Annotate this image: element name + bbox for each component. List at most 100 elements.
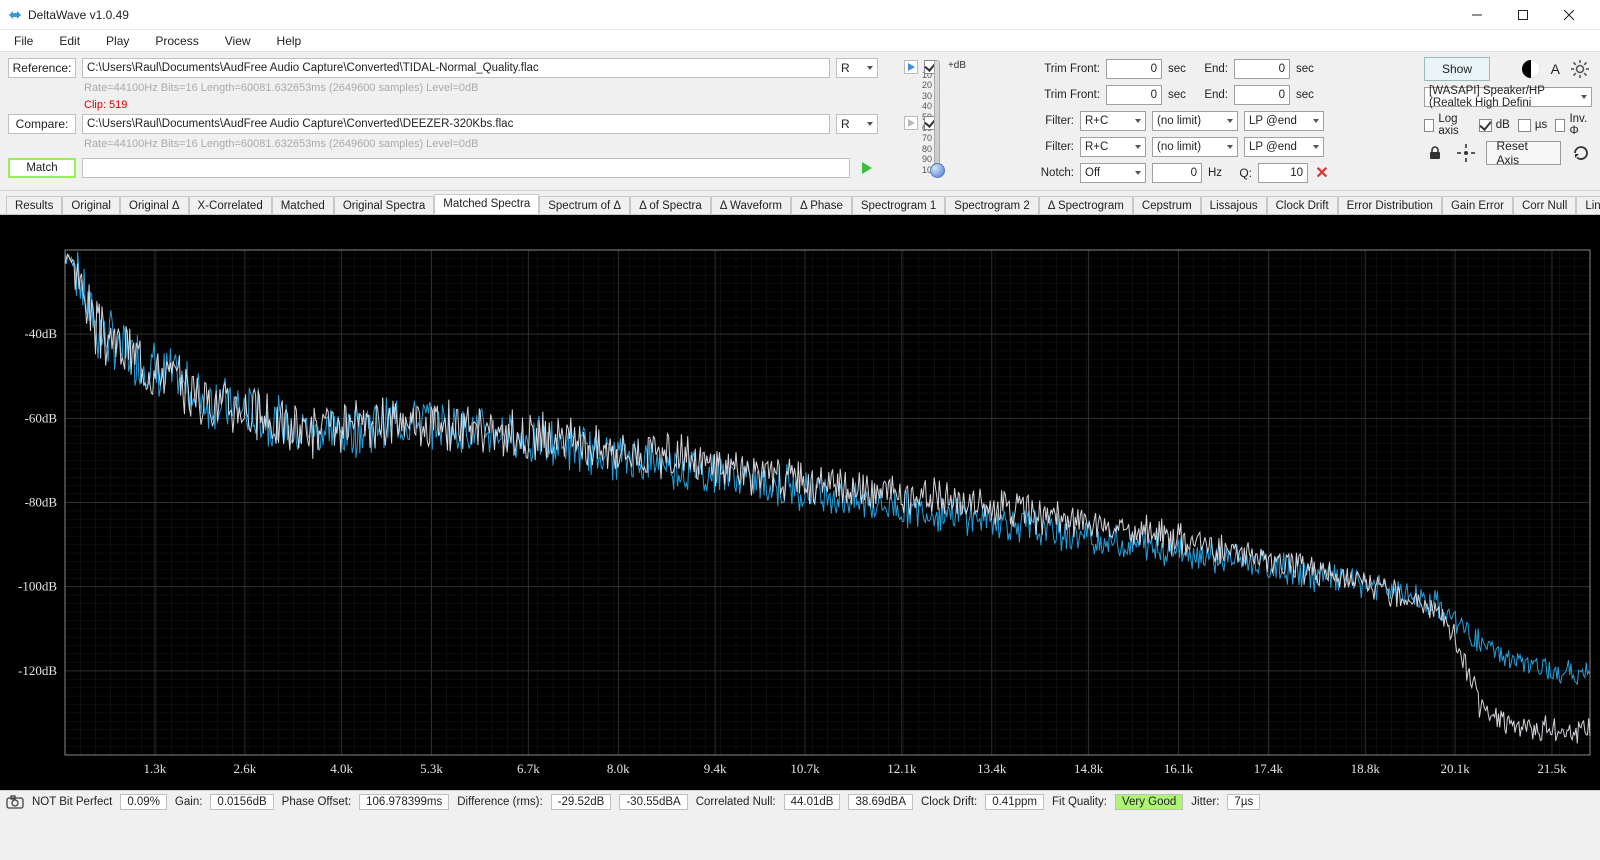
tab-matched-spectra[interactable]: Matched Spectra bbox=[434, 194, 539, 214]
match-play-button[interactable] bbox=[856, 158, 878, 178]
chart-area[interactable]: Aligned Spectrum 1.3k2.6k4.0k5.3k6.7k8.0… bbox=[0, 215, 1600, 790]
notch-label: Notch: bbox=[1040, 167, 1074, 179]
db-slider-track[interactable] bbox=[934, 60, 940, 175]
filter-2-limit-select[interactable]: (no limit) bbox=[1152, 137, 1238, 157]
reset-axis-button[interactable]: Reset Axis bbox=[1486, 141, 1562, 165]
compare-channel-select[interactable]: R bbox=[836, 114, 878, 134]
output-device-select[interactable]: [WASAPI] Speaker/HP (Realtek High Defini bbox=[1424, 87, 1592, 107]
tab-matched[interactable]: Matched bbox=[272, 196, 334, 215]
menu-edit[interactable]: Edit bbox=[55, 32, 84, 50]
notch-freq-input[interactable]: 0 bbox=[1152, 163, 1202, 183]
gear-icon[interactable] bbox=[1568, 57, 1592, 81]
log-axis-checkbox[interactable] bbox=[1424, 119, 1434, 132]
svg-text:21.5k: 21.5k bbox=[1537, 761, 1567, 776]
notch-q-input[interactable]: 10 bbox=[1258, 163, 1308, 183]
svg-text:4.0k: 4.0k bbox=[330, 761, 353, 776]
app-icon bbox=[8, 8, 22, 22]
svg-text:16.1k: 16.1k bbox=[1164, 761, 1194, 776]
filter-1-limit-select[interactable]: (no limit) bbox=[1152, 111, 1238, 131]
menu-view[interactable]: View bbox=[221, 32, 255, 50]
lock-icon[interactable] bbox=[1424, 141, 1447, 165]
tab-spectrum-of-[interactable]: Spectrum of Δ bbox=[539, 196, 630, 215]
match-button[interactable]: Match bbox=[8, 158, 76, 178]
refresh-icon[interactable] bbox=[1569, 141, 1592, 165]
algorithm-label: A bbox=[1551, 61, 1560, 77]
menu-help[interactable]: Help bbox=[273, 32, 306, 50]
trim-end-1-input[interactable]: 0 bbox=[1234, 59, 1290, 79]
match-status-field[interactable] bbox=[82, 158, 850, 178]
phase-value: 106.978399ms bbox=[359, 794, 449, 810]
diff-label: Difference (rms): bbox=[457, 796, 542, 808]
fit-value: Very Good bbox=[1115, 794, 1183, 810]
contrast-icon[interactable] bbox=[1519, 57, 1543, 81]
tab--spectrogram[interactable]: Δ Spectrogram bbox=[1039, 196, 1133, 215]
show-button[interactable]: Show bbox=[1424, 57, 1490, 81]
tab-linearity[interactable]: Linearity bbox=[1576, 196, 1600, 215]
window-minimize-button[interactable] bbox=[1454, 0, 1500, 30]
filter-1-select[interactable]: R+C bbox=[1080, 111, 1146, 131]
tab-original-spectra[interactable]: Original Spectra bbox=[334, 196, 434, 215]
cnull-value-1: 44.01dB bbox=[784, 794, 841, 810]
tab-x-correlated[interactable]: X-Correlated bbox=[189, 196, 272, 215]
tab-clock-drift[interactable]: Clock Drift bbox=[1267, 196, 1338, 215]
svg-text:14.8k: 14.8k bbox=[1074, 761, 1104, 776]
tab-original[interactable]: Original bbox=[62, 196, 120, 215]
diff-value-1: -29.52dB bbox=[551, 794, 612, 810]
controls-panel: Reference: C:\Users\Raul\Documents\AudFr… bbox=[0, 52, 1600, 191]
spectrum-plot[interactable]: 1.3k2.6k4.0k5.3k6.7k8.0k9.4k10.7k12.1k13… bbox=[0, 215, 1600, 790]
tab-results[interactable]: Results bbox=[6, 196, 62, 215]
camera-icon[interactable] bbox=[6, 793, 24, 811]
clock-label: Clock Drift: bbox=[921, 796, 977, 808]
reference-path-input[interactable]: C:\Users\Raul\Documents\AudFree Audio Ca… bbox=[82, 58, 830, 78]
tab-spectrogram-2[interactable]: Spectrogram 2 bbox=[945, 196, 1038, 215]
trim-front-2-input[interactable]: 0 bbox=[1106, 85, 1162, 105]
inv-phase-checkbox[interactable] bbox=[1555, 119, 1565, 132]
svg-text:-40dB: -40dB bbox=[25, 326, 58, 341]
filter-2-select[interactable]: R+C bbox=[1080, 137, 1146, 157]
reference-channel-select[interactable]: R bbox=[836, 58, 878, 78]
db-slider-handle[interactable] bbox=[930, 163, 945, 178]
menu-file[interactable]: File bbox=[10, 32, 37, 50]
target-icon[interactable] bbox=[1455, 141, 1478, 165]
compare-path-input[interactable]: C:\Users\Raul\Documents\AudFree Audio Ca… bbox=[82, 114, 830, 134]
filter-2-label: Filter: bbox=[1040, 141, 1074, 153]
fit-label: Fit Quality: bbox=[1052, 796, 1107, 808]
tab-error-distribution[interactable]: Error Distribution bbox=[1338, 196, 1442, 215]
tab--of-spectra[interactable]: Δ of Spectra bbox=[630, 196, 711, 215]
reference-play-button[interactable] bbox=[904, 60, 918, 74]
tab--waveform[interactable]: Δ Waveform bbox=[711, 196, 791, 215]
notch-clear-button[interactable]: ✕ bbox=[1314, 165, 1330, 181]
db-slider[interactable]: 010203040506070809010 +dB bbox=[884, 58, 1004, 184]
trim-front-1-label: Trim Front: bbox=[1040, 63, 1100, 75]
trim-end-2-input[interactable]: 0 bbox=[1234, 85, 1290, 105]
compare-play-button[interactable] bbox=[904, 116, 918, 130]
phase-label: Phase Offset: bbox=[282, 796, 351, 808]
svg-text:-120dB: -120dB bbox=[18, 663, 57, 678]
menu-play[interactable]: Play bbox=[102, 32, 133, 50]
trim-front-1-input[interactable]: 0 bbox=[1106, 59, 1162, 79]
tab-bar: ResultsOriginalOriginal ΔX-CorrelatedMat… bbox=[0, 191, 1600, 215]
menu-process[interactable]: Process bbox=[151, 32, 202, 50]
window-close-button[interactable] bbox=[1546, 0, 1592, 30]
db-checkbox[interactable] bbox=[1479, 119, 1492, 132]
filter-1-lp-select[interactable]: LP @end bbox=[1244, 111, 1324, 131]
tab-corr-null[interactable]: Corr Null bbox=[1513, 196, 1576, 215]
filter-1-label: Filter: bbox=[1040, 115, 1074, 127]
svg-text:17.4k: 17.4k bbox=[1254, 761, 1284, 776]
tab-spectrogram-1[interactable]: Spectrogram 1 bbox=[852, 196, 945, 215]
tab--phase[interactable]: Δ Phase bbox=[791, 196, 852, 215]
filter-2-lp-select[interactable]: LP @end bbox=[1244, 137, 1324, 157]
svg-text:-60dB: -60dB bbox=[25, 410, 58, 425]
tab-gain-error[interactable]: Gain Error bbox=[1442, 196, 1513, 215]
window-maximize-button[interactable] bbox=[1500, 0, 1546, 30]
status-bar: NOT Bit Perfect 0.09% Gain: 0.0156dB Pha… bbox=[0, 790, 1600, 812]
tab-cepstrum[interactable]: Cepstrum bbox=[1133, 196, 1201, 215]
svg-text:18.8k: 18.8k bbox=[1351, 761, 1381, 776]
us-checkbox[interactable] bbox=[1518, 119, 1531, 132]
tab-original-[interactable]: Original Δ bbox=[120, 196, 189, 215]
compare-label: Compare: bbox=[8, 114, 76, 134]
tab-lissajous[interactable]: Lissajous bbox=[1201, 196, 1267, 215]
notch-select[interactable]: Off bbox=[1080, 163, 1146, 183]
titlebar: DeltaWave v1.0.49 bbox=[0, 0, 1600, 30]
svg-text:20.1k: 20.1k bbox=[1441, 761, 1471, 776]
